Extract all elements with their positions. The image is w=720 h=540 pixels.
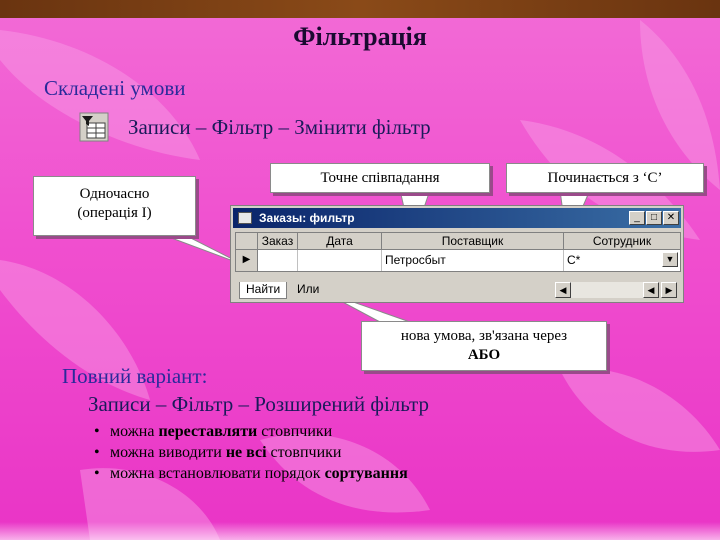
callout-new-condition: нова умова, зв'язана через АБО (361, 321, 607, 371)
tab-or[interactable]: Или (291, 282, 325, 298)
list-item-text: стовпчики (266, 444, 342, 461)
bullet-icon: • (94, 444, 100, 461)
cell-date[interactable] (298, 250, 382, 271)
filter-tab-bar: Найти Или ◀ ◀ ▶ (235, 280, 681, 300)
column-header-employee[interactable]: Сотрудник (564, 233, 680, 250)
callout-simultaneous: Одночасно (операція І) (33, 176, 196, 236)
list-item-text: можна встановлювати порядок (110, 465, 325, 482)
cell-order[interactable] (258, 250, 298, 271)
callout-new-condition-line2: АБО (467, 347, 501, 363)
list-item-text: можна виводити (110, 444, 226, 461)
column-header-supplier[interactable]: Поставщик (382, 233, 564, 250)
feature-list: • можна переставляти стовпчики • можна вив… (94, 421, 408, 484)
minimize-button[interactable]: _ (629, 211, 645, 225)
callout-simultaneous-line2: (операція І) (77, 205, 152, 221)
full-variant-heading: Повний варіант: (62, 364, 208, 388)
callout-exact-match: Точне співпадання (270, 163, 490, 193)
scroll-left-end-icon[interactable]: ◀ (555, 282, 571, 298)
tab-find[interactable]: Найти (239, 282, 288, 299)
filter-window: Заказы: фильтр _ □ ✕ Заказ Дата Поставщи… (230, 205, 684, 303)
maximize-button[interactable]: □ (646, 211, 662, 225)
list-item-emphasis: не всі (225, 444, 267, 461)
close-button[interactable]: ✕ (663, 211, 679, 225)
bottom-fade (0, 522, 720, 540)
list-item-emphasis: переставляти (158, 423, 258, 440)
window-title-bar[interactable]: Заказы: фильтр _ □ ✕ (233, 208, 681, 228)
column-header-order[interactable]: Заказ (258, 233, 298, 250)
list-item-text: стовпчики (257, 423, 333, 440)
list-item: • можна виводити не всі стовпчики (94, 442, 408, 463)
list-item-text: можна (110, 423, 159, 440)
cell-supplier[interactable]: Петросбыт (382, 250, 564, 271)
list-item: • можна переставляти стовпчики (94, 421, 408, 442)
cell-employee[interactable]: С* ▼ (564, 250, 680, 271)
dropdown-arrow-icon[interactable]: ▼ (662, 252, 678, 267)
bullet-icon: • (94, 465, 100, 482)
record-selector[interactable]: ▶ (236, 250, 258, 271)
horizontal-scroll-track[interactable] (571, 282, 643, 298)
list-item-emphasis: сортування (324, 465, 408, 482)
bullet-icon: • (94, 423, 100, 440)
list-item: • можна встановлювати порядок сортування (94, 463, 408, 484)
callout-new-condition-line1: нова умова, зв'язана через (400, 328, 568, 344)
column-header-date[interactable]: Дата (298, 233, 382, 250)
filter-grid: Заказ Дата Поставщик Сотрудник ▶ Петросб… (235, 232, 681, 272)
full-variant-path: Записи – Фільтр – Розширений фільтр (88, 392, 429, 416)
callout-simultaneous-line1: Одночасно (79, 186, 150, 202)
scroll-left-icon[interactable]: ◀ (643, 282, 659, 298)
window-icon (238, 212, 252, 224)
corner-header (236, 233, 258, 250)
employee-filter-value: С* (567, 253, 581, 267)
callout-starts-with: Починається з ‘С’ (506, 163, 704, 193)
window-title: Заказы: фильтр (259, 211, 355, 225)
scroll-right-icon[interactable]: ▶ (661, 282, 677, 298)
